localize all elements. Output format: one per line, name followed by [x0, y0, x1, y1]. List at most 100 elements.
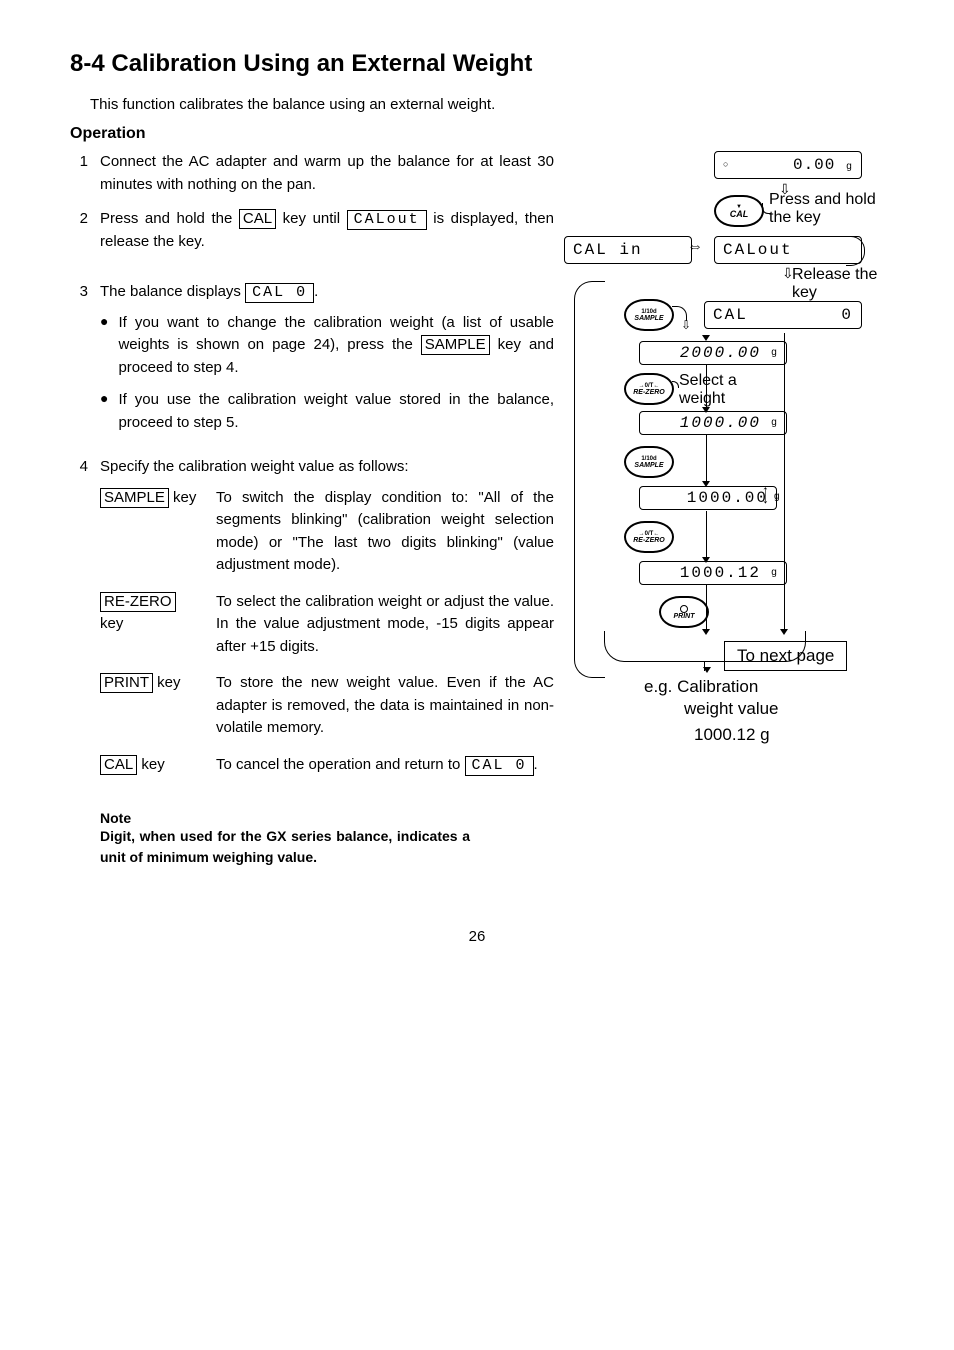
- key-label: PRINT key: [100, 672, 200, 740]
- sample-key-icon: 1/10d SAMPLE: [624, 446, 674, 478]
- eg-line-1: e.g. Calibration: [644, 676, 779, 698]
- lcd-unit: g: [771, 348, 778, 359]
- key-desc: To switch the display condition to: "All…: [216, 487, 554, 577]
- eg-line-3: 1000.12 g: [694, 724, 779, 746]
- eg-line-2: weight value: [684, 698, 779, 720]
- cal-key-icon: ▼ CAL: [714, 195, 764, 227]
- connector-line: [762, 203, 771, 214]
- step-1: 1 Connect the AC adapter and warm up the…: [70, 151, 554, 196]
- step-body: The balance displays CAL 0. ● If you wan…: [100, 281, 554, 444]
- connector-line: [784, 333, 785, 631]
- lcd-text: CAL in: [573, 241, 643, 259]
- key-ref-rezero: RE-ZERO: [100, 592, 176, 612]
- connector-line: [706, 585, 707, 631]
- sample-key-icon: 1/10d SAMPLE: [624, 299, 674, 331]
- bullet-icon: ●: [100, 389, 108, 434]
- rezero-key-icon: →0/T← RE-ZERO: [624, 373, 674, 405]
- lcd-unit: g: [771, 568, 778, 579]
- example-caption: e.g. Calibration weight value 1000.12 g: [644, 676, 779, 746]
- key-ref-sample: SAMPLE: [421, 335, 490, 355]
- bullet-change-weight: ● If you want to change the calibration …: [100, 312, 554, 380]
- lcd-value: 2000.00: [680, 344, 761, 362]
- annotation-release: Release the key: [792, 266, 882, 301]
- key-label-text: SAMPLE: [634, 462, 663, 469]
- key-desc: To store the new weight value. Even if t…: [216, 672, 554, 740]
- print-key-icon: PRINT: [659, 596, 709, 628]
- step-number: 4: [70, 456, 88, 790]
- step-4: 4 Specify the calibration weight value a…: [70, 456, 554, 790]
- lcd-value: 1000.00: [680, 414, 761, 432]
- key-label-text: RE-ZERO: [633, 389, 665, 396]
- text: key: [169, 489, 197, 506]
- arrow-down-icon: ⇩: [782, 265, 794, 282]
- arrow-head-down-icon: [702, 335, 710, 341]
- connector-line: [706, 435, 707, 483]
- arrow-head-down-icon: [702, 557, 710, 563]
- connector-line: [706, 365, 707, 409]
- step-number: 2: [70, 208, 88, 253]
- lcd-unit: g: [846, 162, 853, 173]
- to-next-page-box: To next page: [724, 641, 847, 671]
- bullet-text: If you use the calibration weight value …: [118, 389, 554, 434]
- key-top-circle-icon: [680, 605, 688, 613]
- key-label-text: PRINT: [674, 613, 695, 620]
- lcd-2000: 2000.00 g: [639, 341, 787, 365]
- intro-text: This function calibrates the balance usi…: [90, 96, 884, 113]
- key-label-text: SAMPLE: [634, 315, 663, 322]
- lcd-initial: ○ 0.00 g: [714, 151, 862, 179]
- lcd-unit: g: [774, 491, 780, 502]
- connector-bracket: [574, 281, 605, 678]
- text: key until: [276, 210, 347, 227]
- left-column: 1 Connect the AC adapter and warm up the…: [70, 151, 554, 868]
- key-ref-print: PRINT: [100, 673, 153, 693]
- text: .: [534, 756, 538, 773]
- arrow-head-icon: [703, 667, 711, 673]
- lcd-1000-all-blink: 1000.00 g: [639, 411, 787, 435]
- stable-indicator-icon: ○: [723, 160, 729, 170]
- key-row-rezero: RE-ZERO key To select the calibration we…: [100, 591, 554, 659]
- step4-intro: Specify the calibration weight value as …: [100, 456, 554, 479]
- text: .: [314, 283, 318, 300]
- bullet-use-stored: ● If you use the calibration weight valu…: [100, 389, 554, 434]
- note-head: Note: [100, 810, 554, 826]
- key-label: RE-ZERO key: [100, 591, 200, 659]
- lcd-value: 1000.12: [680, 564, 761, 582]
- step-number: 1: [70, 151, 88, 196]
- key-row-sample: SAMPLE key To switch the display conditi…: [100, 487, 554, 577]
- lcd-1000-12: 1000.12 g: [639, 561, 787, 585]
- key-label-text: RE-ZERO: [633, 537, 665, 544]
- step-2: 2 Press and hold the CAL key until CALou…: [70, 208, 554, 253]
- display-code-cal0: CAL 0: [245, 283, 314, 303]
- key-label: SAMPLE key: [100, 487, 200, 577]
- arrow-head-down-icon: [702, 407, 710, 413]
- key-ref-cal: CAL: [239, 209, 276, 229]
- connector-line: [672, 381, 679, 388]
- connector-curve: [846, 236, 865, 266]
- key-row-print: PRINT key To store the new weight value.…: [100, 672, 554, 740]
- connector-line: [706, 511, 707, 559]
- text: key: [137, 756, 165, 773]
- operation-subhead: Operation: [70, 125, 884, 143]
- arrows-up-down-icon: ↑↓: [762, 486, 769, 503]
- text: Press and hold the: [100, 210, 239, 227]
- text: The balance displays: [100, 283, 245, 300]
- key-desc: To select the calibration weight or adju…: [216, 591, 554, 659]
- key-label-text: CAL: [730, 210, 749, 219]
- annotation-press-hold: Press and hold the key: [769, 191, 879, 226]
- text: key: [153, 674, 181, 691]
- text: To cancel the operation and return to: [216, 756, 465, 773]
- rezero-key-icon: →0/T← RE-ZERO: [624, 521, 674, 553]
- note-body: Digit, when used for the GX series balan…: [100, 826, 470, 868]
- bullet-icon: ●: [100, 312, 108, 380]
- step-body: Press and hold the CAL key until CALout …: [100, 208, 554, 253]
- lcd-value: 0.00: [793, 156, 835, 174]
- arrow-head-down-icon: [702, 481, 710, 487]
- display-code-calout: CALout: [347, 210, 427, 230]
- key-ref-cal: CAL: [100, 755, 137, 775]
- key-ref-sample: SAMPLE: [100, 488, 169, 508]
- right-column-diagram: ○ 0.00 g ⇩ ▼ CAL Press and hold the key …: [584, 151, 884, 868]
- display-code-cal0: CAL 0: [465, 756, 534, 776]
- key-desc: To cancel the operation and return to CA…: [216, 754, 554, 777]
- annotation-select-weight: Select a weight: [679, 372, 769, 407]
- text: key: [100, 615, 123, 632]
